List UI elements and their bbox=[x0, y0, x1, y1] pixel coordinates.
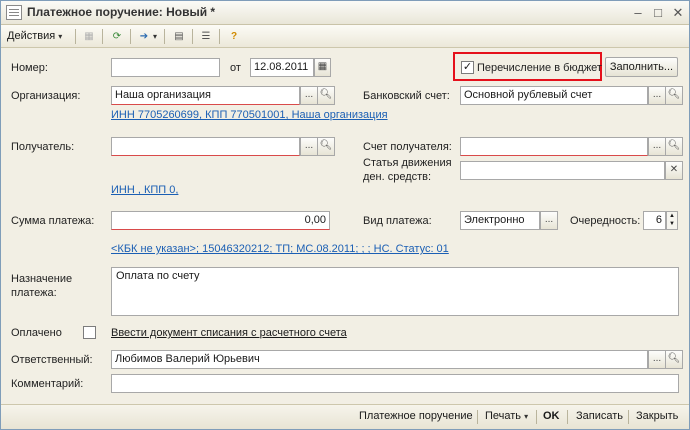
print-preview-icon[interactable]: ▤ bbox=[171, 29, 187, 44]
print-menu-button[interactable]: Печать ▾ bbox=[485, 410, 528, 422]
search-icon[interactable]: 🔍︎ bbox=[665, 86, 683, 105]
recipient-account-input[interactable] bbox=[460, 137, 648, 156]
toolbar-separator bbox=[102, 29, 103, 44]
toolbar-separator bbox=[130, 29, 131, 44]
cashflow-label: Статья движения ден. средств: bbox=[363, 157, 452, 183]
from-label: от bbox=[230, 62, 241, 74]
kbk-details-link[interactable]: <КБК не указан>; 15046320212; ТП; МС.08.… bbox=[111, 243, 449, 255]
organization-select-button[interactable]: ... bbox=[300, 86, 318, 105]
list-icon[interactable]: ☰ bbox=[198, 29, 214, 44]
recipient-account-label: Счет получателя: bbox=[363, 141, 452, 153]
save-button[interactable]: Записать bbox=[576, 410, 623, 422]
footer-separator bbox=[567, 410, 568, 424]
toolbar-separator bbox=[219, 29, 220, 44]
priority-stepper[interactable]: ▲ ▼ bbox=[666, 211, 678, 230]
document-window: Платежное поручение: Новый * – □ ✕ Дейст… bbox=[0, 0, 690, 430]
priority-input[interactable]: 6 bbox=[643, 211, 666, 230]
number-input[interactable] bbox=[111, 58, 220, 77]
window-title: Платежное поручение: Новый * bbox=[27, 5, 216, 19]
cashflow-input[interactable] bbox=[460, 161, 665, 180]
refresh-icon[interactable]: ⟳ bbox=[109, 29, 125, 44]
print-label: Печать bbox=[485, 410, 522, 422]
amount-label: Сумма платежа: bbox=[11, 215, 95, 227]
paid-checkbox[interactable] bbox=[83, 326, 96, 339]
search-icon[interactable]: 🔍︎ bbox=[665, 350, 683, 369]
purpose-textarea[interactable]: Оплата по счету bbox=[111, 267, 679, 316]
toolbar-separator bbox=[164, 29, 165, 44]
toolbar: Действия ▾ ▦ ⟳ ➔ ▾ ▤ ☰ ? bbox=[1, 25, 689, 48]
responsible-label: Ответственный: bbox=[11, 354, 93, 366]
footer-separator bbox=[536, 410, 537, 424]
organization-label: Организация: bbox=[11, 90, 81, 102]
title-bar: Платежное поручение: Новый * – □ ✕ bbox=[1, 1, 689, 25]
responsible-input[interactable]: Любимов Валерий Юрьевич bbox=[111, 350, 648, 369]
purpose-label: Назначение платежа: bbox=[11, 273, 73, 299]
payment-type-select-button[interactable]: ... bbox=[540, 211, 558, 230]
enter-writeoff-link[interactable]: Ввести документ списания с расчетного сч… bbox=[111, 327, 347, 339]
responsible-select-button[interactable]: ... bbox=[648, 350, 666, 369]
actions-menu[interactable]: Действия ▾ bbox=[7, 28, 62, 45]
date-input[interactable]: 12.08.2011 bbox=[250, 58, 314, 77]
recipient-input[interactable] bbox=[111, 137, 300, 156]
payment-type-input[interactable]: Электронно bbox=[460, 211, 540, 230]
close-button[interactable]: Закрыть bbox=[636, 410, 678, 422]
organization-details-link[interactable]: ИНН 7705260699, КПП 770501001, Наша орга… bbox=[111, 109, 388, 121]
footer-separator bbox=[477, 410, 478, 424]
amount-input[interactable]: 0,00 bbox=[111, 211, 330, 230]
bank-account-input[interactable]: Основной рублевый счет bbox=[460, 86, 648, 105]
fill-button[interactable]: Заполнить... bbox=[605, 57, 678, 77]
close-window-button[interactable]: ✕ bbox=[669, 4, 687, 21]
recipient-select-button[interactable]: ... bbox=[300, 137, 318, 156]
minimize-button[interactable]: – bbox=[629, 4, 647, 21]
budget-checkbox[interactable]: ✓ bbox=[461, 61, 474, 74]
priority-label: Очередность: bbox=[570, 215, 641, 227]
chevron-down-icon: ▾ bbox=[58, 32, 63, 41]
payment-type-label: Вид платежа: bbox=[363, 215, 432, 227]
search-icon[interactable]: 🔍︎ bbox=[317, 86, 335, 105]
search-icon[interactable]: 🔍︎ bbox=[665, 137, 683, 156]
budget-label: Перечисление в бюджет bbox=[477, 62, 602, 74]
bank-account-label: Банковский счет: bbox=[363, 90, 450, 102]
maximize-button[interactable]: □ bbox=[649, 4, 667, 21]
goto-icon[interactable]: ➔ bbox=[136, 29, 152, 44]
document-icon bbox=[6, 5, 22, 20]
footer-separator bbox=[628, 410, 629, 424]
search-icon[interactable]: 🔍︎ bbox=[317, 137, 335, 156]
chevron-down-icon[interactable]: ▾ bbox=[151, 29, 159, 44]
toolbar-separator bbox=[75, 29, 76, 44]
recipient-details-link[interactable]: ИНН , КПП 0, bbox=[111, 184, 178, 196]
recipient-account-select-button[interactable]: ... bbox=[648, 137, 666, 156]
bottom-bar: Платежное поручение Печать ▾ OK Записать… bbox=[1, 404, 689, 429]
organization-input[interactable]: Наша организация bbox=[111, 86, 300, 105]
payment-order-print-button[interactable]: Платежное поручение bbox=[359, 410, 473, 422]
paid-label: Оплачено bbox=[11, 327, 62, 339]
post-icon[interactable]: ▦ bbox=[81, 29, 97, 44]
help-icon[interactable]: ? bbox=[226, 29, 242, 44]
bank-account-select-button[interactable]: ... bbox=[648, 86, 666, 105]
chevron-down-icon: ▾ bbox=[524, 412, 529, 421]
clear-icon[interactable]: ✕ bbox=[665, 161, 683, 180]
toolbar-separator bbox=[192, 29, 193, 44]
comment-label: Комментарий: bbox=[11, 378, 84, 390]
number-label: Номер: bbox=[11, 62, 48, 74]
comment-input[interactable] bbox=[111, 374, 679, 393]
calendar-icon[interactable]: ▦ bbox=[314, 58, 331, 77]
actions-label: Действия bbox=[7, 30, 56, 42]
recipient-label: Получатель: bbox=[11, 141, 75, 153]
ok-button[interactable]: OK bbox=[543, 410, 560, 422]
